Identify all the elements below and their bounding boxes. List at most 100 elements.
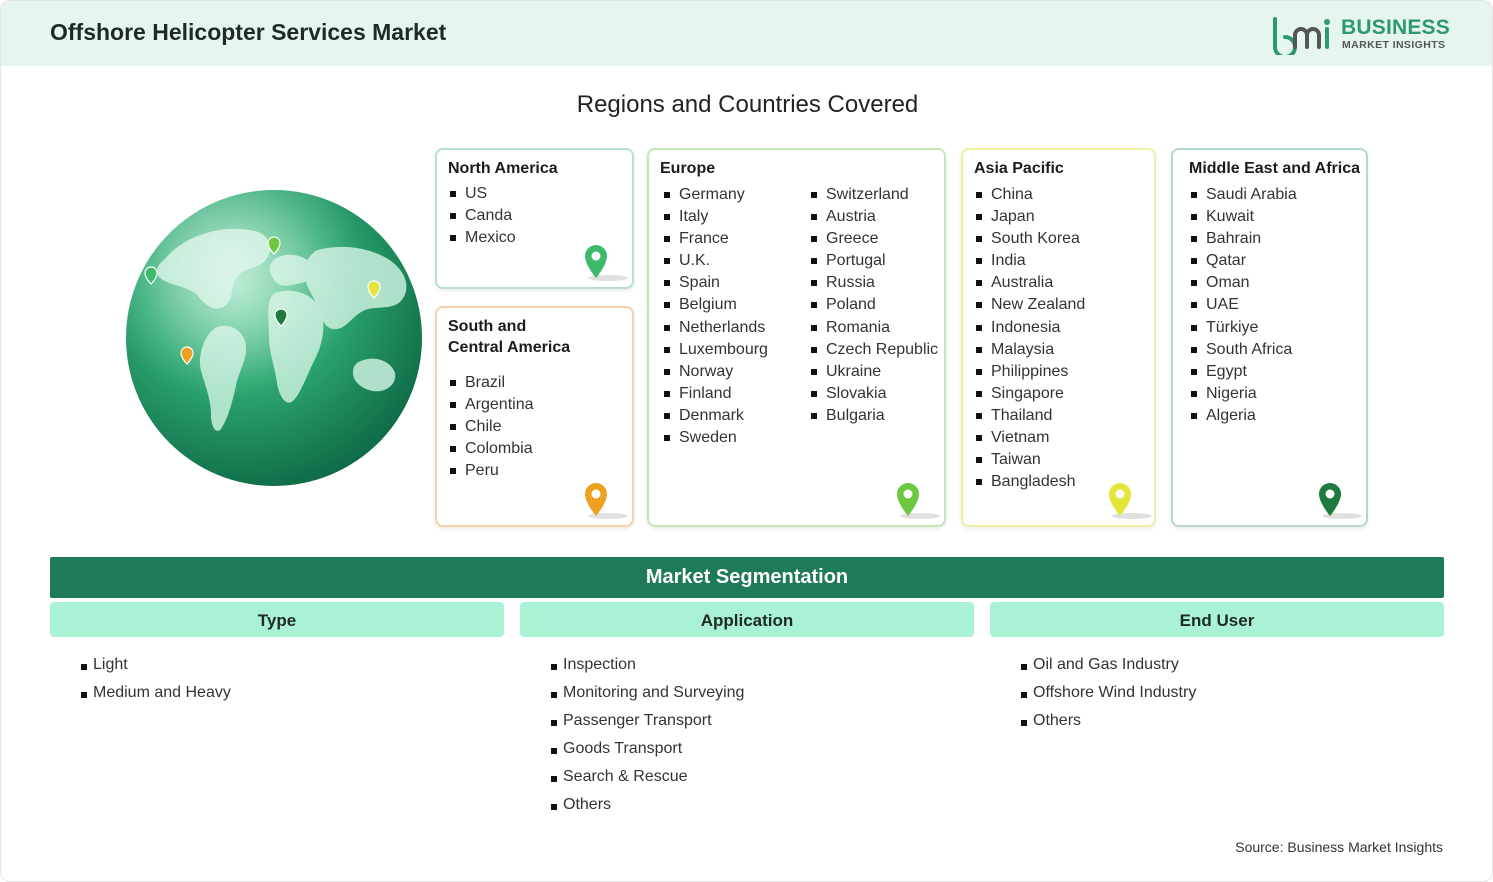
segment-item: Others — [550, 791, 744, 819]
region-card-asia-pacific: Asia Pacific China Japan South Korea Ind… — [961, 148, 1156, 527]
segment-heading-label: Type — [257, 611, 297, 630]
country-list: China Japan South Korea India Australia … — [974, 184, 1085, 493]
country-item: Indonesia — [974, 317, 1085, 339]
segment-item: Inspection — [550, 651, 744, 679]
country-item: Argentina — [448, 394, 534, 416]
country-item: Bahrain — [1189, 228, 1297, 250]
segment-item: Monitoring and Surveying — [550, 679, 744, 707]
country-item: Türkiye — [1189, 317, 1297, 339]
region-card-south-central-america: South and Central America Brazil Argenti… — [435, 306, 634, 527]
logo-text-market-insights: MARKET INSIGHTS — [1342, 39, 1446, 51]
segment-heading-label: End User — [1179, 611, 1255, 630]
header: Offshore Helicopter Services Market BUSI… — [1, 1, 1492, 66]
region-title: Europe — [660, 160, 716, 177]
country-item: France — [662, 228, 768, 250]
region-title: Middle East and Africa — [1189, 160, 1360, 177]
country-item: Denmark — [662, 405, 768, 427]
country-item: China — [974, 184, 1085, 206]
segment-item: Offshore Wind Industry — [1020, 679, 1196, 707]
country-item: Portugal — [809, 250, 938, 272]
country-item: Algeria — [1189, 405, 1297, 427]
segment-item: Light — [80, 651, 231, 679]
segment-heading-application: Application — [520, 602, 974, 637]
country-list: Saudi Arabia Kuwait Bahrain Qatar Oman U… — [1189, 184, 1297, 427]
country-item: Austria — [809, 206, 938, 228]
segment-heading-label: Application — [700, 611, 794, 630]
country-item: Taiwan — [974, 449, 1085, 471]
country-item: Brazil — [448, 372, 534, 394]
location-pin-icon — [1109, 483, 1152, 519]
country-item: Germany — [662, 184, 768, 206]
country-item: Chile — [448, 416, 534, 438]
country-item: U.K. — [662, 250, 768, 272]
country-item: Malaysia — [974, 339, 1085, 361]
logo-text-business: BUSINESS — [1341, 16, 1450, 39]
segment-heading-end-user: End User — [990, 602, 1444, 637]
country-item: India — [974, 250, 1085, 272]
company-logo: BUSINESS MARKET INSIGHTS — [1271, 15, 1451, 55]
region-card-europe: Europe Germany Italy France U.K. Spain B… — [647, 148, 946, 527]
location-pin-icon — [585, 483, 628, 519]
country-item: Sweden — [662, 427, 768, 449]
country-item: Luxembourg — [662, 339, 768, 361]
country-item: Bulgaria — [809, 405, 938, 427]
country-item: Nigeria — [1189, 383, 1297, 405]
country-item: Italy — [662, 206, 768, 228]
segment-item: Goods Transport — [550, 735, 744, 763]
country-list-column-2: Switzerland Austria Greece Portugal Russ… — [809, 184, 938, 427]
country-item: Norway — [662, 361, 768, 383]
segment-item: Oil and Gas Industry — [1020, 651, 1196, 679]
country-item: South Africa — [1189, 339, 1297, 361]
country-item: Peru — [448, 460, 534, 482]
segment-heading-type: Type — [50, 602, 504, 637]
country-list: Brazil Argentina Chile Colombia Peru — [448, 372, 534, 482]
country-item: New Zealand — [974, 294, 1085, 316]
country-item: Switzerland — [809, 184, 938, 206]
regions-title: Regions and Countries Covered — [576, 91, 919, 118]
country-item: Finland — [662, 383, 768, 405]
market-segmentation-bar: Market Segmentation — [50, 557, 1444, 598]
region-title-line-2: Central America — [448, 339, 571, 356]
infographic-frame: Offshore Helicopter Services Market BUSI… — [0, 0, 1493, 882]
country-item: Spain — [662, 272, 768, 294]
country-item: Oman — [1189, 272, 1297, 294]
segment-list-type: Light Medium and Heavy — [80, 651, 231, 707]
region-title-line-1: South and — [448, 318, 527, 335]
segment-item: Others — [1020, 707, 1196, 735]
segment-list-end-user: Oil and Gas Industry Offshore Wind Indus… — [1020, 651, 1196, 735]
globe-illustration — [126, 190, 422, 486]
region-title: North America — [448, 160, 558, 177]
country-item: Thailand — [974, 405, 1085, 427]
country-list-column-1: Germany Italy France U.K. Spain Belgium … — [662, 184, 768, 449]
country-item: Slovakia — [809, 383, 938, 405]
segment-item: Search & Rescue — [550, 763, 744, 791]
country-item: Vietnam — [974, 427, 1085, 449]
region-card-middle-east-africa: Middle East and Africa Saudi Arabia Kuwa… — [1171, 148, 1368, 527]
location-pin-icon — [897, 483, 940, 519]
region-title: Asia Pacific — [974, 160, 1064, 177]
country-item: Kuwait — [1189, 206, 1297, 228]
market-segmentation-title: Market Segmentation — [645, 566, 849, 588]
country-item: Australia — [974, 272, 1085, 294]
location-pin-icon — [585, 245, 628, 281]
country-item: Singapore — [974, 383, 1085, 405]
country-item: Ukraine — [809, 361, 938, 383]
country-item: US — [448, 183, 516, 205]
page-title: Offshore Helicopter Services Market — [50, 19, 447, 45]
country-item: Canda — [448, 205, 516, 227]
country-item: Romania — [809, 317, 938, 339]
country-item: Japan — [974, 206, 1085, 228]
segment-item: Passenger Transport — [550, 707, 744, 735]
country-item: Russia — [809, 272, 938, 294]
segment-item: Medium and Heavy — [80, 679, 231, 707]
segment-list-application: Inspection Monitoring and Surveying Pass… — [550, 651, 744, 819]
country-item: Bangladesh — [974, 471, 1085, 493]
country-item: Netherlands — [662, 317, 768, 339]
country-item: Greece — [809, 228, 938, 250]
country-item: Egypt — [1189, 361, 1297, 383]
region-title: South and Central America — [448, 316, 570, 358]
country-item: Belgium — [662, 294, 768, 316]
location-pin-icon — [1319, 483, 1362, 519]
country-item: UAE — [1189, 294, 1297, 316]
country-item: Saudi Arabia — [1189, 184, 1297, 206]
